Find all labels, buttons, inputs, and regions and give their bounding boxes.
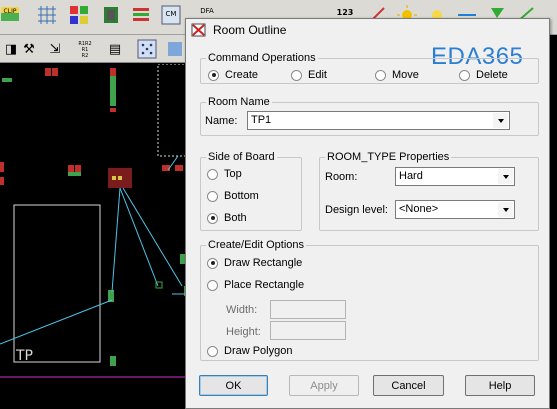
svg-text:R2: R2 <box>82 53 89 59</box>
radio-bottom-label: Bottom <box>224 190 259 202</box>
cm-icon-label: CM <box>166 10 177 18</box>
room-outline <box>13 204 101 363</box>
clip-icon[interactable]: CLIP <box>0 4 22 26</box>
radio-place-rectangle[interactable]: Place Rectangle <box>207 279 304 291</box>
refdes-icon[interactable]: R1R2 R1 R2 <box>74 38 96 60</box>
dialog-titlebar[interactable]: Room Outline <box>186 19 549 41</box>
chevron-down-icon[interactable] <box>498 202 513 217</box>
height-label: Height: <box>226 326 261 338</box>
radio-draw-polygon-dot[interactable] <box>207 345 218 357</box>
room-type-legend: ROOM_TYPE Properties <box>325 151 452 163</box>
apply-button[interactable]: Apply <box>289 375 359 396</box>
pcb-drawing: TP <box>0 64 190 378</box>
width-label: Width: <box>226 304 258 316</box>
radio-place-rectangle-label: Place Rectangle <box>224 279 305 291</box>
radio-draw-rectangle-label: Draw Rectangle <box>224 257 303 269</box>
room-label: Room: <box>325 171 358 183</box>
radio-move[interactable]: Move <box>375 69 419 81</box>
radio-both[interactable]: Both <box>207 212 247 224</box>
push-icon[interactable]: ⇲ <box>44 38 66 60</box>
radio-draw-rectangle-dot[interactable] <box>207 257 218 269</box>
radio-top-label: Top <box>224 168 242 180</box>
radio-edit-label: Edit <box>308 69 327 81</box>
dialog-title: Room Outline <box>213 23 287 37</box>
radio-edit[interactable]: Edit <box>291 69 327 81</box>
radio-both-dot[interactable] <box>207 212 218 224</box>
constraint-manager-icon[interactable]: CM <box>160 4 182 26</box>
room-name-legend: Room Name <box>206 96 272 108</box>
radio-draw-polygon-label: Draw Polygon <box>224 345 293 357</box>
room-type-combobox[interactable]: Hard <box>395 167 515 186</box>
room-outline-dialog: Room Outline EDA365 Command Operations C… <box>185 18 550 409</box>
radio-move-label: Move <box>392 69 419 81</box>
color-layers-icon[interactable] <box>68 4 90 26</box>
room-name-combobox[interactable]: TP1 <box>247 111 510 130</box>
stack-icon[interactable] <box>130 4 152 26</box>
radio-draw-polygon[interactable]: Draw Polygon <box>207 345 292 357</box>
radio-top[interactable]: Top <box>207 168 242 180</box>
radio-create-dot[interactable] <box>208 69 219 81</box>
radio-draw-rectangle[interactable]: Draw Rectangle <box>207 257 302 269</box>
create-edit-legend: Create/Edit Options <box>206 239 306 251</box>
radio-bottom[interactable]: Bottom <box>207 190 259 202</box>
radio-bottom-dot[interactable] <box>207 190 218 202</box>
height-input[interactable] <box>270 321 346 340</box>
help-button[interactable]: Help <box>465 375 535 396</box>
components <box>2 76 190 366</box>
ratsnest-lines <box>0 155 188 345</box>
count-icon-label: 123 <box>337 8 354 17</box>
dfa-icon-label: DFA <box>200 7 214 15</box>
room-outline-icon <box>191 22 207 38</box>
component-icon[interactable] <box>100 4 122 26</box>
chevron-down-icon[interactable] <box>493 113 508 128</box>
radio-top-dot[interactable] <box>207 168 218 180</box>
radio-delete[interactable]: Delete <box>459 69 508 81</box>
width-input[interactable] <box>270 300 346 319</box>
name-label: Name: <box>205 115 238 127</box>
clip-icon-label: CLIP <box>4 8 17 15</box>
room-name-value: TP1 <box>251 114 272 126</box>
pads <box>0 68 183 188</box>
ok-button[interactable]: OK <box>199 375 268 396</box>
design-level-value: <None> <box>399 203 439 215</box>
radio-both-label: Both <box>224 212 247 224</box>
blue-box-icon[interactable] <box>164 38 186 60</box>
design-level-combobox[interactable]: <None> <box>395 200 515 219</box>
radio-create[interactable]: Create <box>208 69 258 81</box>
chevron-down-icon[interactable] <box>498 169 513 184</box>
command-operations-legend: Command Operations <box>206 52 318 64</box>
radio-delete-label: Delete <box>476 69 508 81</box>
book-icon[interactable]: ▤ <box>104 38 126 60</box>
radio-delete-dot[interactable] <box>459 69 470 81</box>
side-of-board-legend: Side of Board <box>206 151 277 163</box>
cancel-button[interactable]: Cancel <box>373 375 444 396</box>
radio-edit-dot[interactable] <box>291 69 302 81</box>
dots-grid-icon[interactable] <box>136 38 158 60</box>
radio-place-rectangle-dot[interactable] <box>207 279 218 291</box>
design-level-label: Design level: <box>325 204 388 216</box>
secondary-toolbar: ◨ ⚒ ⇲ R1R2 R1 R2 ▤ <box>0 35 190 63</box>
radio-create-label: Create <box>225 69 259 81</box>
wrench-icon[interactable]: ⚒ <box>18 38 40 60</box>
grid-icon[interactable] <box>36 4 58 26</box>
pcb-canvas[interactable]: TP <box>0 64 190 409</box>
room-type-value: Hard <box>399 170 423 182</box>
radio-move-dot[interactable] <box>375 69 386 81</box>
room-label: TP <box>15 348 33 364</box>
